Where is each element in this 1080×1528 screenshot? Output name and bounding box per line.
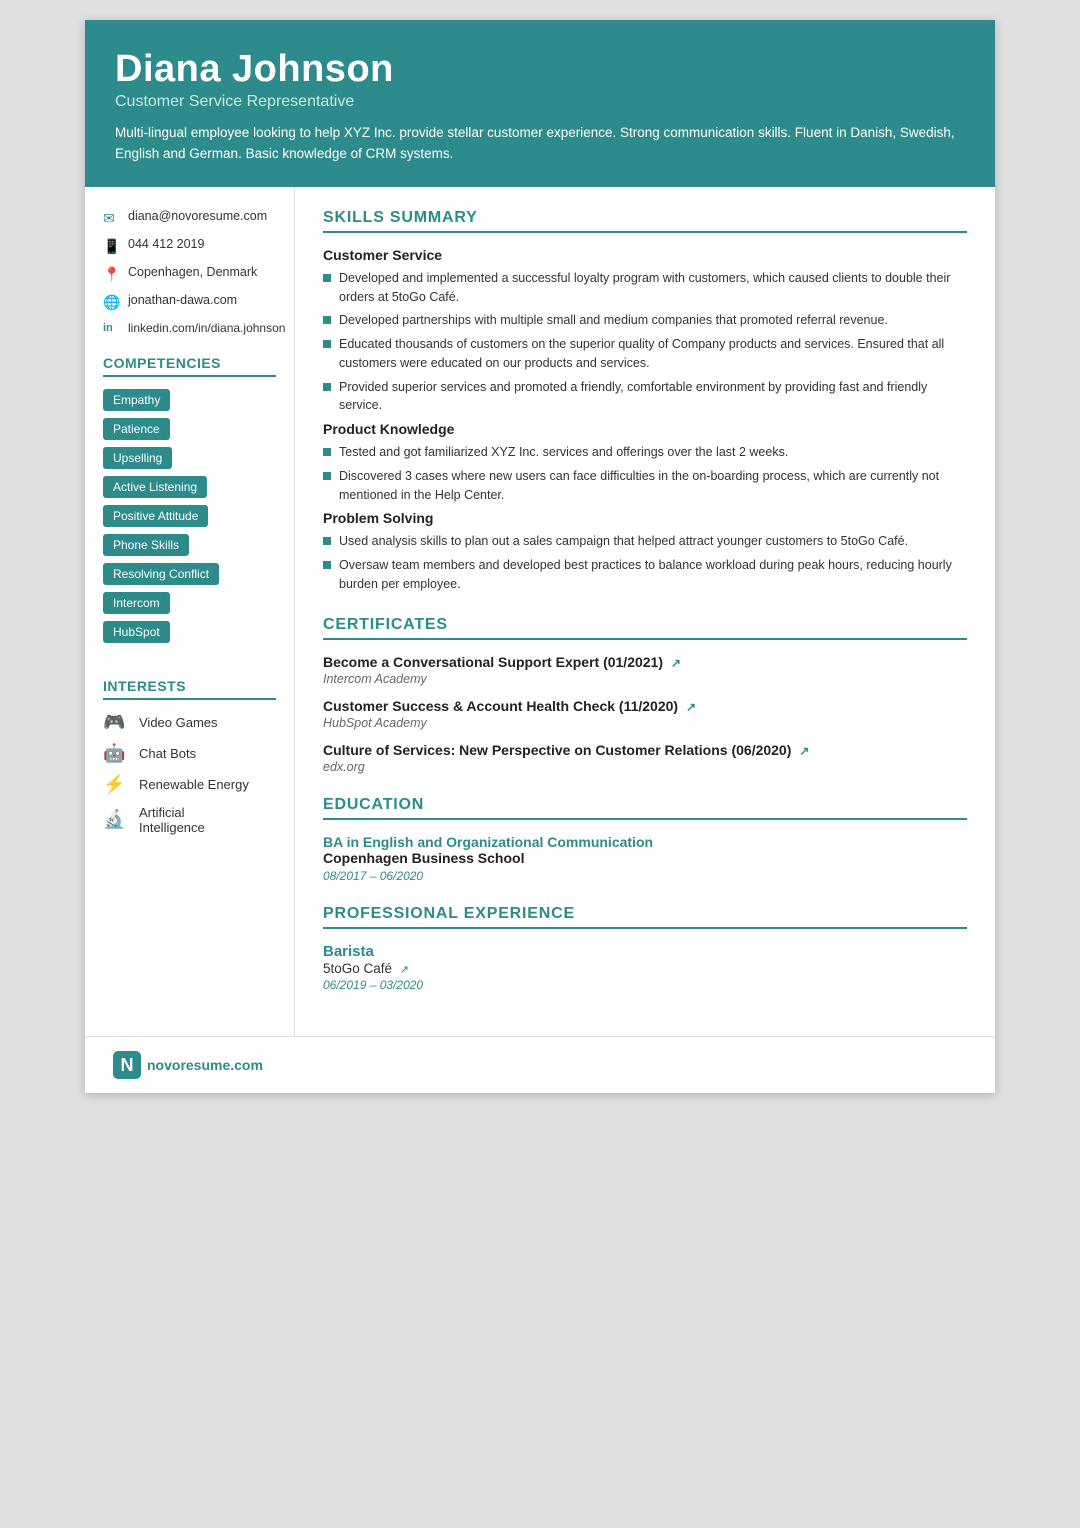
email-icon: ✉: [103, 210, 121, 227]
education-title: EDUCATION: [323, 796, 967, 820]
certificates-title: CERTIFICATES: [323, 616, 967, 640]
experience-section: PROFESSIONAL EXPERIENCE Barista 5toGo Ca…: [323, 905, 967, 992]
list-item: Tested and got familiarized XYZ Inc. ser…: [323, 443, 967, 462]
competency-positive-attitude: Positive Attitude: [103, 505, 208, 527]
competency-phone-skills: Phone Skills: [103, 534, 189, 556]
interest-chat-bots: 🤖 Chat Bots: [103, 743, 276, 764]
interest-ai: 🔬 ArtificialIntelligence: [103, 805, 276, 835]
list-item: Discovered 3 cases where new users can f…: [323, 467, 967, 505]
skills-pk-list: Tested and got familiarized XYZ Inc. ser…: [323, 443, 967, 504]
list-item: Provided superior services and promoted …: [323, 378, 967, 416]
job-title: Barista: [323, 943, 967, 960]
renewable-energy-icon: ⚡: [103, 774, 131, 795]
cert-link-icon[interactable]: ↗: [671, 656, 681, 670]
company-link-icon[interactable]: ↗: [400, 964, 409, 976]
education-school: Copenhagen Business School: [323, 850, 967, 866]
footer-logo-text: novoresume.com: [147, 1057, 263, 1073]
interests-section-title: INTERESTS: [103, 678, 276, 700]
cert-customer-success: Customer Success & Account Health Check …: [323, 698, 967, 730]
competency-active-listening: Active Listening: [103, 476, 207, 498]
ai-icon: 🔬: [103, 809, 131, 830]
contact-linkedin: in linkedin.com/in/diana.johnson: [103, 321, 276, 335]
competencies-section-title: COMPETENCIES: [103, 355, 276, 377]
skills-summary-section: SKILLS SUMMARY Customer Service Develope…: [323, 209, 967, 594]
bullet-icon: [323, 383, 331, 391]
candidate-summary: Multi-lingual employee looking to help X…: [115, 123, 965, 165]
cert-conversational-support: Become a Conversational Support Expert (…: [323, 654, 967, 686]
competency-intercom: Intercom: [103, 592, 170, 614]
skills-category-customer-service: Customer Service: [323, 247, 967, 263]
list-item: Used analysis skills to plan out a sales…: [323, 532, 967, 551]
experience-title: PROFESSIONAL EXPERIENCE: [323, 905, 967, 929]
contact-location: 📍 Copenhagen, Denmark: [103, 265, 276, 283]
skills-product-knowledge: Product Knowledge Tested and got familia…: [323, 421, 967, 504]
education-dates: 08/2017 – 06/2020: [323, 869, 967, 883]
competency-patience: Patience: [103, 418, 170, 440]
skills-ps-list: Used analysis skills to plan out a sales…: [323, 532, 967, 593]
bullet-icon: [323, 448, 331, 456]
contact-website: 🌐 jonathan-dawa.com: [103, 293, 276, 311]
interests-list: 🎮 Video Games 🤖 Chat Bots ⚡ Renewable En…: [103, 712, 276, 835]
list-item: Developed and implemented a successful l…: [323, 269, 967, 307]
job-company: 5toGo Café ↗: [323, 961, 967, 976]
competency-resolving-conflict: Resolving Conflict: [103, 563, 219, 585]
phone-icon: 📱: [103, 238, 121, 255]
education-section: EDUCATION BA in English and Organization…: [323, 796, 967, 883]
skills-category-product-knowledge: Product Knowledge: [323, 421, 967, 437]
education-degree: BA in English and Organizational Communi…: [323, 834, 967, 850]
job-barista: Barista 5toGo Café ↗ 06/2019 – 03/2020: [323, 943, 967, 992]
skills-cs-list: Developed and implemented a successful l…: [323, 269, 967, 415]
resume-main: SKILLS SUMMARY Customer Service Develope…: [295, 187, 995, 1036]
skills-customer-service: Customer Service Developed and implement…: [323, 247, 967, 415]
interest-renewable-energy: ⚡ Renewable Energy: [103, 774, 276, 795]
candidate-name: Diana Johnson: [115, 48, 965, 91]
resume-footer: N novoresume.com: [85, 1036, 995, 1093]
cert-culture-services: Culture of Services: New Perspective on …: [323, 742, 967, 774]
certificates-section: CERTIFICATES Become a Conversational Sup…: [323, 616, 967, 774]
website-icon: 🌐: [103, 294, 121, 311]
job-dates: 06/2019 – 03/2020: [323, 978, 967, 992]
contact-email: ✉ diana@novoresume.com: [103, 209, 276, 227]
skills-summary-title: SKILLS SUMMARY: [323, 209, 967, 233]
resume-container: Diana Johnson Customer Service Represent…: [85, 20, 995, 1093]
bullet-icon: [323, 561, 331, 569]
bullet-icon: [323, 274, 331, 282]
novoresume-logo-icon: N: [113, 1051, 141, 1079]
competency-upselling: Upselling: [103, 447, 172, 469]
footer-logo: N novoresume.com: [113, 1051, 263, 1079]
chat-bots-icon: 🤖: [103, 743, 131, 764]
list-item: Oversaw team members and developed best …: [323, 556, 967, 594]
location-icon: 📍: [103, 266, 121, 283]
bullet-icon: [323, 316, 331, 324]
resume-body: ✉ diana@novoresume.com 📱 044 412 2019 📍 …: [85, 187, 995, 1036]
linkedin-icon: in: [103, 322, 121, 334]
competency-empathy: Empathy: [103, 389, 170, 411]
resume-sidebar: ✉ diana@novoresume.com 📱 044 412 2019 📍 …: [85, 187, 295, 1036]
skills-category-problem-solving: Problem Solving: [323, 510, 967, 526]
skills-problem-solving: Problem Solving Used analysis skills to …: [323, 510, 967, 593]
interest-video-games: 🎮 Video Games: [103, 712, 276, 733]
list-item: Educated thousands of customers on the s…: [323, 335, 967, 373]
list-item: Developed partnerships with multiple sma…: [323, 311, 967, 330]
bullet-icon: [323, 537, 331, 545]
cert-link-icon[interactable]: ↗: [686, 700, 696, 714]
bullet-icon: [323, 472, 331, 480]
cert-link-icon[interactable]: ↗: [799, 744, 809, 758]
video-games-icon: 🎮: [103, 712, 131, 733]
resume-header: Diana Johnson Customer Service Represent…: [85, 20, 995, 187]
bullet-icon: [323, 340, 331, 348]
competency-hubspot: HubSpot: [103, 621, 170, 643]
candidate-title: Customer Service Representative: [115, 93, 965, 111]
competencies-list: Empathy Patience Upselling Active Listen…: [103, 389, 276, 650]
contact-phone: 📱 044 412 2019: [103, 237, 276, 255]
